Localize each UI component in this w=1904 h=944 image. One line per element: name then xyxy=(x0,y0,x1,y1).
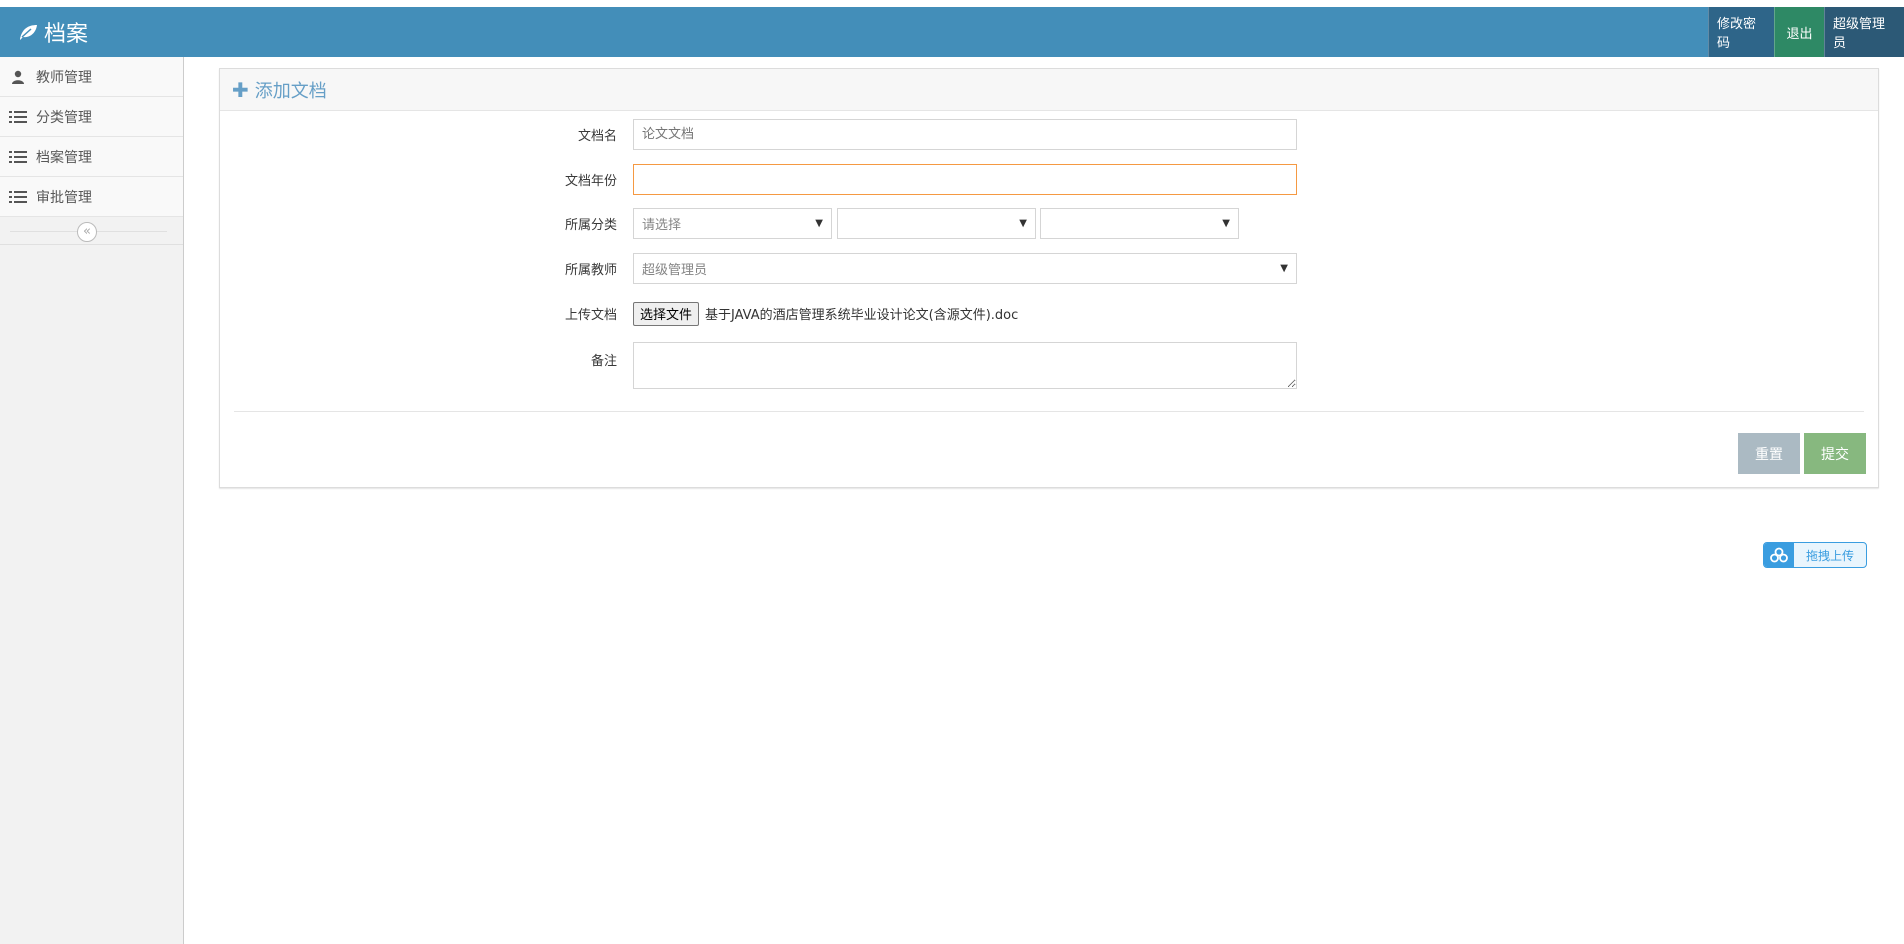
sidebar-collapse-row: « xyxy=(0,217,183,245)
doc-year-label: 文档年份 xyxy=(564,174,617,189)
sidebar-item-label: 档案管理 xyxy=(36,149,92,166)
collapse-sidebar-button[interactable]: « xyxy=(77,222,97,242)
doc-name-input[interactable] xyxy=(633,119,1297,150)
cloud-upload-icon xyxy=(1764,543,1794,567)
user-icon xyxy=(8,70,28,84)
form-row-upload: 上传文档 选择文件 基于JAVA的酒店管理系统毕业设计论文(含源文件).doc xyxy=(220,298,1018,329)
form-row-category: 所属分类 请选择 ▼ ▼ ▼ xyxy=(220,208,1239,239)
brand-title: 档案 xyxy=(44,22,89,47)
category-select-level1[interactable]: 请选择 ▼ xyxy=(633,208,832,239)
logout-button[interactable]: 退出 xyxy=(1774,7,1824,57)
category-select-level2[interactable]: ▼ xyxy=(837,208,1036,239)
sidebar-item-teacher-management[interactable]: 教师管理 xyxy=(0,57,183,97)
panel-title: 添加文档 xyxy=(254,80,327,102)
chevron-down-icon: ▼ xyxy=(1280,263,1288,274)
form-row-doc-name: 文档名 xyxy=(220,119,1297,150)
list-icon xyxy=(8,110,28,124)
sidebar-item-label: 分类管理 xyxy=(36,109,92,126)
sidebar-item-category-management[interactable]: 分类管理 xyxy=(0,97,183,137)
upload-label: 上传文档 xyxy=(564,308,617,323)
selected-file-name: 基于JAVA的酒店管理系统毕业设计论文(含源文件).doc xyxy=(705,308,1019,323)
brand[interactable]: 档案 xyxy=(18,7,88,57)
form-row-remark: 备注 xyxy=(220,342,1297,389)
remark-label: 备注 xyxy=(590,354,617,369)
chevron-down-icon: ▼ xyxy=(1019,218,1027,229)
teacher-select[interactable]: 超级管理员 ▼ xyxy=(633,253,1297,284)
sidebar-item-approval-management[interactable]: 审批管理 xyxy=(0,177,183,217)
reset-button[interactable]: 重置 xyxy=(1738,433,1800,474)
user-menu-button[interactable]: 超级管理员 xyxy=(1824,7,1904,57)
sidebar-item-label: 审批管理 xyxy=(36,189,92,206)
sidebar-item-archive-management[interactable]: 档案管理 xyxy=(0,137,183,177)
sidebar: 教师管理 分类管理 档案管理 审批管理 « xyxy=(0,57,184,944)
sidebar-item-label: 教师管理 xyxy=(36,69,92,86)
select-value: 超级管理员 xyxy=(642,263,708,278)
form-divider xyxy=(234,411,1864,412)
drag-upload-button[interactable]: 拖拽上传 xyxy=(1763,542,1867,568)
leaf-icon xyxy=(20,25,37,40)
drag-upload-label: 拖拽上传 xyxy=(1805,548,1854,563)
choose-file-button[interactable]: 选择文件 xyxy=(633,301,700,326)
submit-button[interactable]: 提交 xyxy=(1804,433,1866,474)
category-select-level3[interactable]: ▼ xyxy=(1040,208,1239,239)
list-icon xyxy=(8,150,28,164)
teacher-label: 所属教师 xyxy=(564,263,617,278)
plus-icon: ✚ xyxy=(232,77,249,102)
list-icon xyxy=(8,190,28,204)
top-actions: 修改密码 退出 超级管理员 xyxy=(1708,7,1904,57)
form-row-doc-year: 文档年份 xyxy=(220,164,1297,195)
select-value: 请选择 xyxy=(642,218,682,233)
remark-textarea[interactable] xyxy=(633,342,1297,389)
chevron-down-icon: ▼ xyxy=(1222,218,1230,229)
form-row-teacher: 所属教师 超级管理员 ▼ xyxy=(220,253,1297,284)
doc-year-input[interactable] xyxy=(633,164,1297,195)
top-navbar: 档案 修改密码 退出 超级管理员 xyxy=(0,7,1904,57)
change-password-button[interactable]: 修改密码 xyxy=(1708,7,1774,57)
chevron-down-icon: ▼ xyxy=(815,218,823,229)
panel-header: ✚ 添加文档 xyxy=(220,69,1878,111)
add-document-panel: ✚ 添加文档 文档名 文档年份 所属分类 请选择 ▼ ▼ ▼ 所属教师 超级管理… xyxy=(219,68,1879,488)
doc-name-label: 文档名 xyxy=(577,129,617,144)
category-label: 所属分类 xyxy=(564,218,617,233)
